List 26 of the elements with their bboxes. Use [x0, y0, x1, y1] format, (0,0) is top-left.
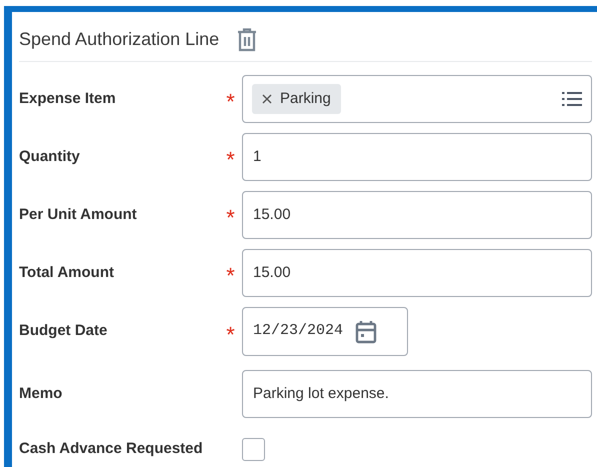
required-mark: * [226, 146, 235, 171]
remove-icon[interactable] [262, 94, 272, 104]
required-mark: * [226, 88, 235, 113]
required-mark: * [226, 320, 235, 346]
trash-icon[interactable] [237, 28, 258, 52]
calendar-icon[interactable] [355, 320, 378, 344]
field-label: Per Unit Amount [19, 204, 138, 225]
date-field[interactable]: 12/23/2024 [242, 307, 408, 356]
field-label: Budget Date [19, 321, 108, 342]
field-label: Cash Advance Requested [19, 439, 204, 460]
required-mark: * [226, 262, 235, 287]
text-field[interactable]: Parking lot expense. [242, 370, 592, 418]
expense-item-field[interactable]: Parking [242, 75, 592, 123]
text-field[interactable]: 15.00 [242, 191, 592, 239]
tag-label: Parking [280, 88, 331, 109]
list-icon[interactable] [562, 91, 582, 107]
section-title: Spend Authorization Line [19, 28, 220, 51]
field-label: Memo [19, 384, 64, 404]
text-field[interactable]: 1 [242, 133, 592, 181]
field-label: Quantity [19, 146, 81, 167]
date-value: 12/23/2024 [253, 321, 344, 342]
required-mark: * [226, 204, 235, 229]
checkbox[interactable] [242, 438, 265, 461]
field-label: Expense Item [19, 88, 117, 109]
field-label: Total Amount [19, 262, 115, 283]
text-field[interactable]: 15.00 [242, 249, 592, 297]
